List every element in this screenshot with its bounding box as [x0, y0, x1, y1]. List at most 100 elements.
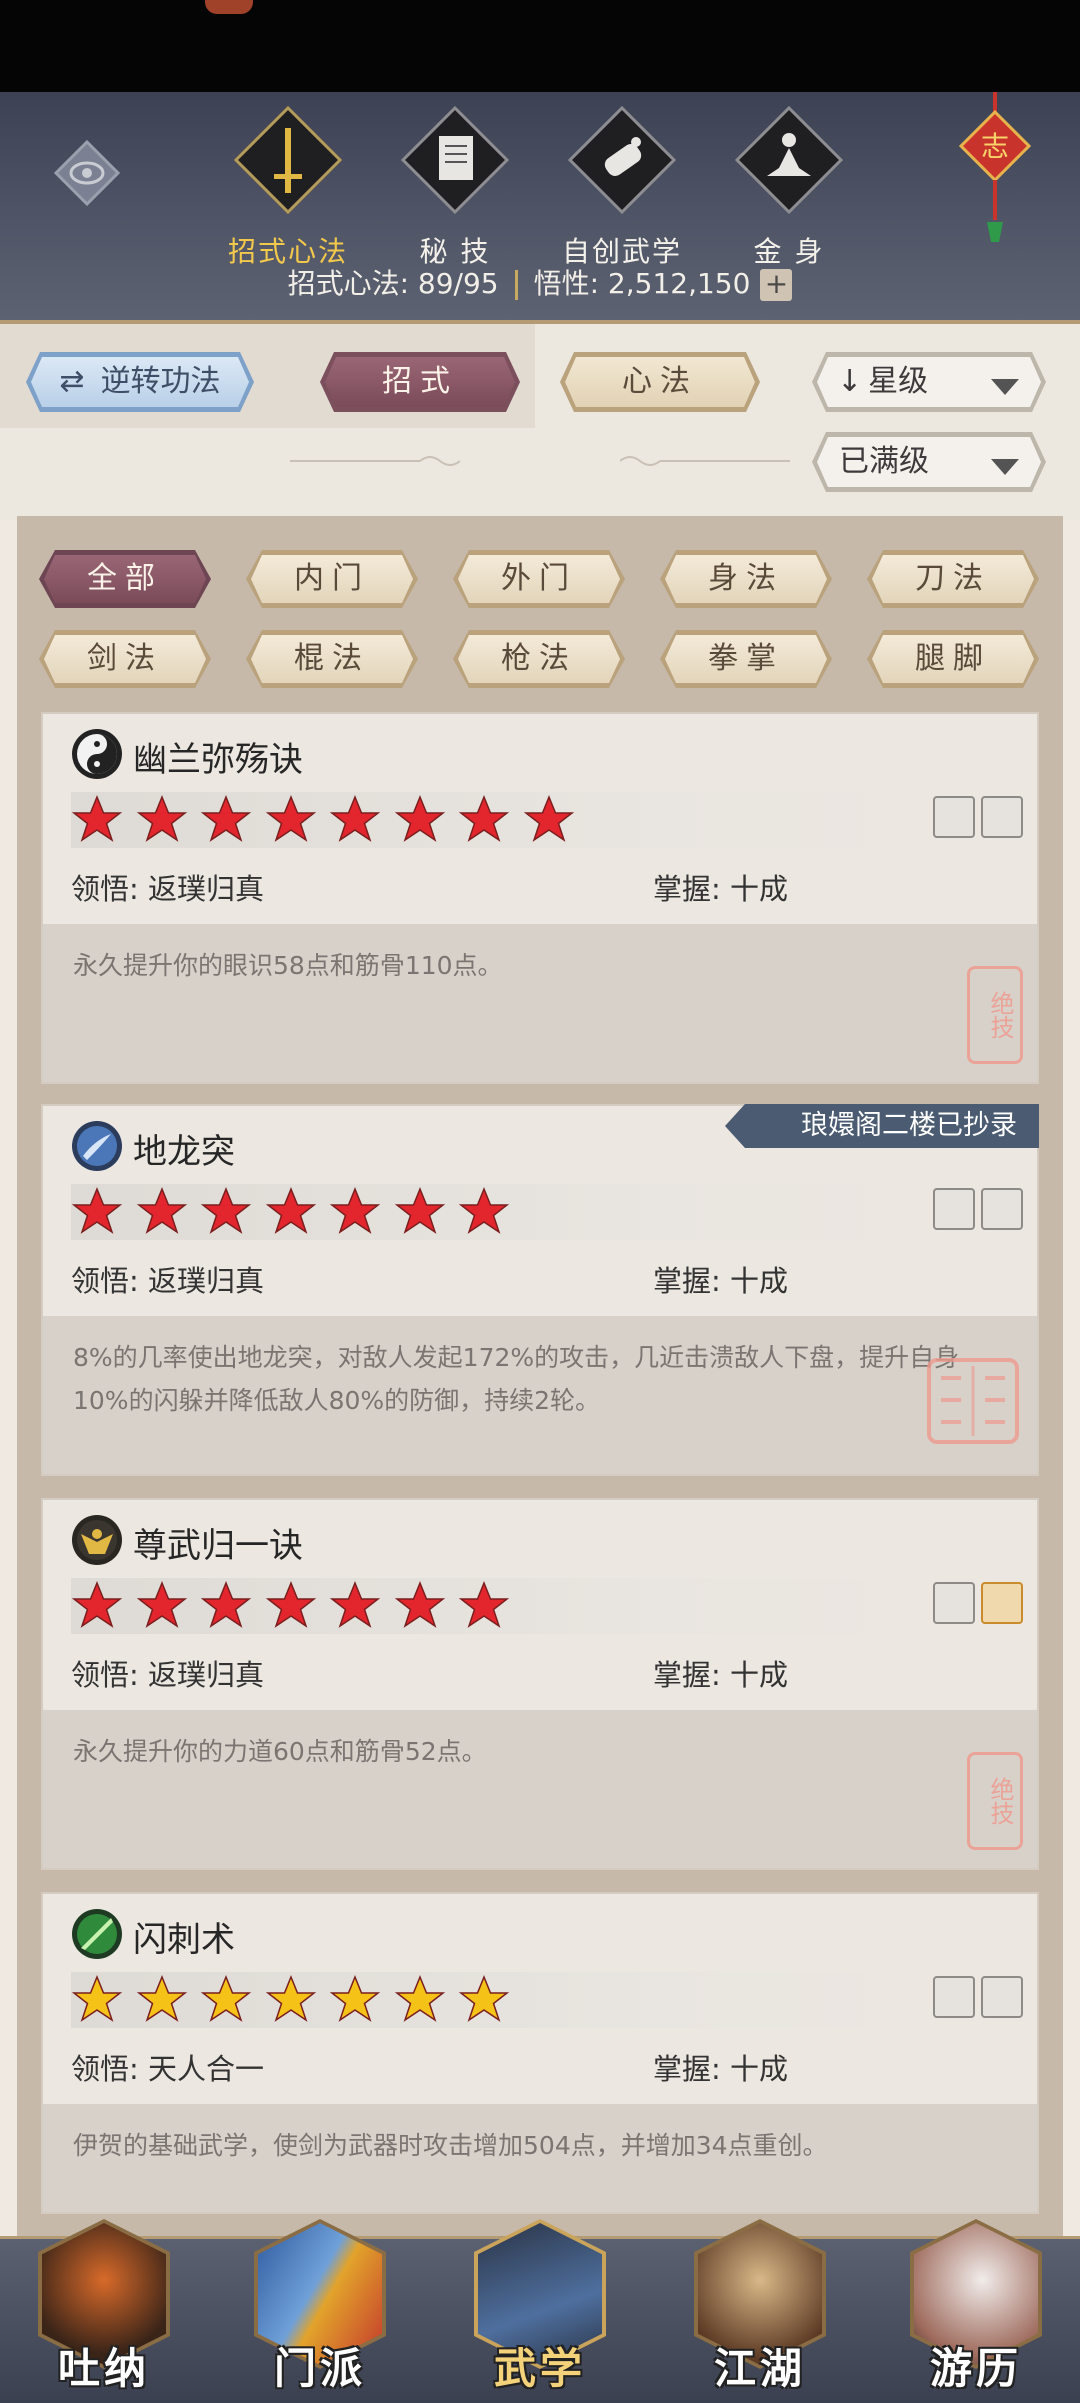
ultimate-seal-stamp: 绝技: [967, 966, 1023, 1064]
scroll-icon: [568, 106, 676, 214]
category-inner[interactable]: 内门: [246, 550, 418, 608]
star-icon: [71, 1581, 123, 1628]
skill-panel: 全部 内门 外门 身法 刀法 剑法 棍法 枪法 拳掌 腿脚 幽兰弥殇诀 领悟: …: [17, 516, 1063, 2236]
comprehension-level: 领悟: 返璞归真: [71, 872, 264, 906]
category-leg[interactable]: 腿脚: [867, 630, 1039, 688]
tab-moves[interactable]: 招式: [320, 352, 520, 412]
knot-char: 志: [981, 130, 1009, 163]
insight-value: 悟性: 2,512,150: [533, 267, 751, 300]
star-icon: [329, 1187, 381, 1234]
category-label: 刀法: [915, 561, 991, 596]
tab-moves-methods[interactable]: 招式心法: [218, 106, 358, 268]
leaf-badge-icon[interactable]: [981, 796, 1023, 838]
skill-card[interactable]: 幽兰弥殇诀 领悟: 返璞归真 掌握: 十成 永久提升你的眼识58点和筋骨110点…: [41, 712, 1039, 1084]
star-icon: [265, 1187, 316, 1234]
star-icon: [200, 795, 252, 842]
category-label: 棍法: [294, 641, 370, 676]
star-icon: [329, 1975, 381, 2022]
eye-icon[interactable]: [52, 138, 122, 208]
nav-martial-arts[interactable]: 武学: [460, 2219, 620, 2403]
description-box: 伊贺的基础武学，使剑为武器时攻击增加504点，并增加34点重创。: [43, 2104, 1037, 2212]
golden-warrior-icon: [72, 1515, 122, 1565]
status-decoration: [205, 0, 253, 14]
skill-card[interactable]: 尊武归一诀 领悟: 返璞归真 掌握: 十成 永久提升你的力道60点和筋骨52点。…: [41, 1498, 1039, 1870]
category-label: 全部: [87, 561, 163, 596]
star-icon: [136, 795, 187, 842]
ultimate-seal-stamp: 绝技: [967, 1752, 1023, 1850]
filter-label: 已满级: [839, 444, 929, 479]
category-label: 身法: [708, 561, 784, 596]
meditation-icon: [735, 106, 843, 214]
sword-icon: [234, 106, 342, 214]
sword-badge-icon[interactable]: [933, 1976, 975, 2018]
star-icon: [394, 1581, 445, 1628]
category-label: 枪法: [501, 641, 577, 676]
tab-golden-body[interactable]: 金 身: [719, 106, 859, 268]
comprehension-level: 领悟: 天人合一: [71, 2052, 264, 2086]
category-fist[interactable]: 拳掌: [660, 630, 832, 688]
chinese-knot-icon[interactable]: 志: [955, 92, 1035, 252]
nav-travel[interactable]: 游历: [896, 2219, 1056, 2403]
nav-sect[interactable]: 门派: [240, 2219, 400, 2403]
category-movement[interactable]: 身法: [660, 550, 832, 608]
category-spear[interactable]: 枪法: [453, 630, 625, 688]
category-saber[interactable]: 刀法: [867, 550, 1039, 608]
copied-ribbon: 琅嬛阁二楼已抄录: [725, 1104, 1039, 1148]
skill-card[interactable]: 琅嬛阁二楼已抄录 地龙突 领悟: 返璞归真 掌握: 十成 8%的几率使出地龙突，…: [41, 1104, 1039, 1476]
book-icon: [401, 106, 509, 214]
nav-label: 门派: [273, 2344, 366, 2393]
category-label: 腿脚: [915, 641, 991, 676]
star-icon: [394, 1187, 445, 1234]
chevron-down-icon: [991, 459, 1019, 475]
star-rating: [71, 1184, 911, 1240]
star-rating: [71, 792, 911, 848]
nav-jianghu[interactable]: 江湖: [680, 2219, 840, 2403]
spear-badge-icon[interactable]: [981, 1188, 1023, 1230]
star-icon: [458, 1581, 510, 1628]
star-icon: [71, 1187, 123, 1234]
tab-moves-label: 招式: [382, 364, 458, 399]
header: 招式心法 秘 技 自创武学 金 身 志 招式心法: 89/95 悟性: 2,51…: [0, 92, 1080, 324]
fighter-badge-icon[interactable]: [933, 1582, 975, 1624]
star-icon: [136, 1581, 187, 1628]
sort-label: 星级: [868, 364, 929, 399]
description-box: 永久提升你的眼识58点和筋骨110点。 绝技: [43, 924, 1037, 1082]
skill-name: 地龙突: [133, 1132, 235, 1172]
header-stats: 招式心法: 89/95 悟性: 2,512,150 +: [0, 262, 1080, 302]
filter-dropdown[interactable]: 已满级: [812, 432, 1046, 492]
mastery-level: 掌握: 十成: [653, 1264, 788, 1298]
tab-custom-martial[interactable]: 自创武学: [552, 106, 692, 268]
skill-name: 闪刺术: [133, 1920, 235, 1960]
star-icon: [458, 795, 510, 842]
star-icon: [394, 1975, 445, 2022]
star-icon: [458, 1187, 510, 1234]
kick-badge-icon[interactable]: [981, 1582, 1023, 1624]
category-staff[interactable]: 棍法: [246, 630, 418, 688]
nav-breathing[interactable]: 吐纳: [24, 2219, 184, 2403]
tab-secret-skills[interactable]: 秘 技: [385, 106, 525, 268]
category-outer[interactable]: 外门: [453, 550, 625, 608]
spiral-badge-icon[interactable]: [933, 1188, 975, 1230]
category-label: 拳掌: [708, 641, 784, 676]
category-all[interactable]: 全部: [39, 550, 211, 608]
moves-count: 招式心法: 89/95: [287, 267, 499, 300]
category-label: 内门: [294, 561, 370, 596]
category-sword[interactable]: 剑法: [39, 630, 211, 688]
nav-label: 游历: [929, 2344, 1022, 2393]
dragon-spear-icon: [72, 1121, 122, 1171]
reverse-technique-button[interactable]: ⇄ 逆转功法: [26, 352, 254, 412]
skill-card[interactable]: 闪刺术 领悟: 天人合一 掌握: 十成 伊贺的基础武学，使剑为武器时攻击增加50…: [41, 1892, 1039, 2214]
controls-bar: ⇄ 逆转功法 招式 心法 ↓ 星级 已满级: [0, 324, 1080, 520]
divider-ornament: [620, 456, 790, 466]
star-icon: [329, 795, 381, 842]
nav-label: 武学: [493, 2344, 586, 2393]
status-bar: [0, 0, 1080, 92]
flower-badge-icon[interactable]: [933, 796, 975, 838]
skill-description: 永久提升你的力道60点和筋骨52点。: [73, 1737, 487, 1766]
stance-badge-icon[interactable]: [981, 1976, 1023, 2018]
sort-dropdown[interactable]: ↓ 星级: [812, 352, 1046, 412]
add-insight-button[interactable]: +: [760, 269, 793, 301]
star-icon: [200, 1581, 252, 1628]
tab-methods[interactable]: 心法: [560, 352, 760, 412]
reverse-label: 逆转功法: [100, 364, 221, 399]
